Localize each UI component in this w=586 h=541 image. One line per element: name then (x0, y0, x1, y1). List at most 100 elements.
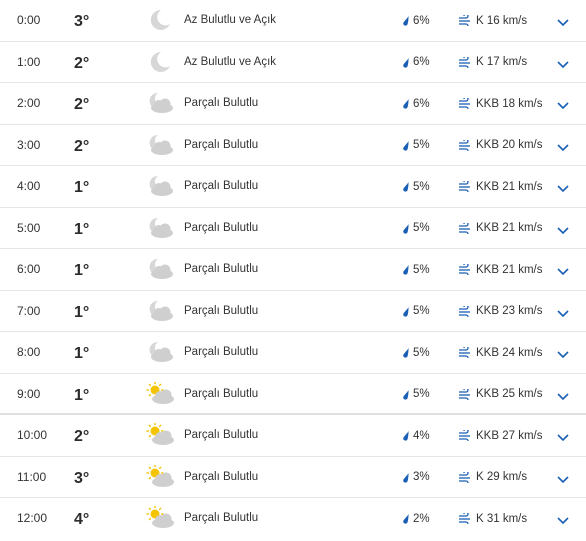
precipitation-value: 5% (413, 180, 430, 193)
chevron-down-icon[interactable] (556, 223, 570, 234)
wind-icon (458, 96, 472, 112)
moon-cloud-icon (146, 299, 176, 323)
temperature: 3° (74, 469, 90, 487)
forecast-row[interactable]: 7:00 1° Parçalı Bulutlu 5% KKB 23 km/s (0, 291, 586, 332)
chevron-down-icon[interactable] (556, 430, 570, 442)
moon-cloud-icon (146, 216, 176, 240)
temperature: 1° (74, 220, 90, 238)
chevron-down-icon[interactable] (556, 57, 570, 68)
hour-label: 2:00 (17, 96, 41, 110)
moon-cloud-icon (146, 340, 176, 364)
condition-text: Parçalı Bulutlu (184, 387, 259, 400)
precipitation-value: 6% (413, 14, 430, 27)
precipitation: 2% (401, 498, 430, 539)
hour-label: 8:00 (17, 345, 41, 359)
sun-cloud-icon (146, 464, 176, 489)
raindrop-icon (401, 513, 410, 524)
precipitation-value: 5% (413, 388, 430, 400)
wind-value: KKB 21 km/s (476, 222, 543, 234)
moon-cloud-icon (146, 174, 176, 198)
moon-icon (146, 8, 176, 32)
wind-value: K 16 km/s (476, 14, 528, 27)
precipitation: 6% (401, 83, 430, 124)
raindrop-icon (401, 430, 410, 441)
wind: K 17 km/s (458, 42, 527, 83)
wind-value: KKB 25 km/s (476, 388, 543, 400)
hour-label: 7:00 (17, 303, 41, 318)
forecast-row[interactable]: 8:00 1° Parçalı Bulutlu 5% KKB 24 km/s (0, 332, 586, 374)
forecast-row[interactable]: 1:00 2° Az Bulutlu ve Açık 6% K 17 km/s (0, 42, 586, 83)
temperature: 3° (74, 13, 90, 30)
hour-label: 11:00 (17, 469, 47, 484)
forecast-row[interactable]: 12:00 4° Parçalı Bulutlu 2% K 31 km/s (0, 498, 586, 540)
chevron-down-icon[interactable] (556, 98, 570, 110)
precipitation: 5% (401, 125, 430, 166)
temperature: 2° (74, 428, 90, 445)
wind: KKB 21 km/s (458, 208, 542, 249)
raindrop-icon (401, 389, 410, 400)
precipitation: 3% (401, 457, 430, 498)
forecast-row[interactable]: 10:00 2° Parçalı Bulutlu 4% KKB 27 km/s (0, 415, 586, 457)
temperature: 1° (74, 345, 90, 362)
wind: KKB 18 km/s (458, 83, 542, 124)
hour-label: 6:00 (17, 262, 41, 276)
forecast-row[interactable]: 6:00 1° Parçalı Bulutlu 5% KKB 21 km/s (0, 249, 586, 291)
temperature: 2° (74, 54, 90, 72)
wind-value: KKB 24 km/s (476, 346, 543, 359)
chevron-down-icon[interactable] (556, 513, 570, 525)
raindrop-icon (401, 306, 410, 317)
raindrop-icon (401, 140, 410, 151)
forecast-row[interactable]: 4:00 1° Parçalı Bulutlu 5% KKB 21 km/s (0, 166, 586, 208)
hour-label: 0:00 (17, 13, 41, 27)
chevron-down-icon[interactable] (556, 140, 570, 151)
wind: KKB 23 km/s (458, 291, 542, 332)
wind-icon (458, 220, 472, 237)
raindrop-icon (401, 57, 410, 68)
chevron-down-icon[interactable] (556, 306, 570, 317)
forecast-row[interactable]: 11:00 3° Parçalı Bulutlu 3% K 29 km/s (0, 457, 586, 498)
condition-text: Parçalı Bulutlu (184, 304, 259, 317)
sun-cloud-icon (146, 381, 176, 406)
wind-icon (458, 428, 472, 444)
precipitation: 5% (401, 249, 430, 290)
chevron-down-icon[interactable] (556, 389, 570, 400)
temperature: 1° (74, 303, 90, 321)
chevron-down-icon[interactable] (556, 472, 570, 483)
forecast-row[interactable]: 3:00 2° Parçalı Bulutlu 5% KKB 20 km/s (0, 125, 586, 166)
wind-icon (458, 54, 472, 71)
wind: K 16 km/s (458, 0, 527, 41)
condition-text: Parçalı Bulutlu (184, 138, 259, 151)
forecast-row[interactable]: 5:00 1° Parçalı Bulutlu 5% KKB 21 km/s (0, 208, 586, 249)
raindrop-icon (401, 347, 410, 358)
wind: KKB 21 km/s (458, 166, 542, 207)
wind-icon (458, 262, 472, 278)
condition-text: Parçalı Bulutlu (184, 470, 259, 483)
precipitation-value: 3% (413, 471, 430, 483)
chevron-down-icon[interactable] (556, 347, 570, 359)
precipitation: 4% (401, 415, 430, 456)
forecast-row[interactable]: 9:00 1° Parçalı Bulutlu 5% KKB 25 km/s (0, 374, 586, 415)
moon-icon (146, 50, 176, 74)
temperature: 2° (74, 137, 90, 155)
forecast-row[interactable]: 2:00 2° Parçalı Bulutlu 6% KKB 18 km/s (0, 83, 586, 125)
forecast-row[interactable]: 0:00 3° Az Bulutlu ve Açık 6% K 16 km/s (0, 0, 586, 42)
condition-text: Parçalı Bulutlu (184, 180, 259, 192)
precipitation: 5% (401, 374, 430, 415)
temperature: 1° (74, 386, 90, 404)
precipitation-value: 5% (413, 222, 430, 234)
wind-icon (458, 386, 472, 403)
wind: K 29 km/s (458, 457, 527, 498)
hour-label: 12:00 (17, 511, 48, 525)
wind-value: KKB 18 km/s (476, 97, 543, 110)
wind-icon (458, 13, 472, 29)
wind-value: K 29 km/s (476, 471, 528, 483)
moon-cloud-icon (146, 257, 176, 281)
wind-value: K 17 km/s (476, 56, 528, 68)
moon-cloud-icon (146, 91, 176, 115)
precipitation: 6% (401, 0, 430, 41)
chevron-down-icon[interactable] (556, 181, 570, 193)
hour-label: 9:00 (17, 386, 41, 401)
hour-label: 1:00 (17, 54, 41, 69)
chevron-down-icon[interactable] (556, 15, 570, 27)
chevron-down-icon[interactable] (556, 264, 570, 276)
